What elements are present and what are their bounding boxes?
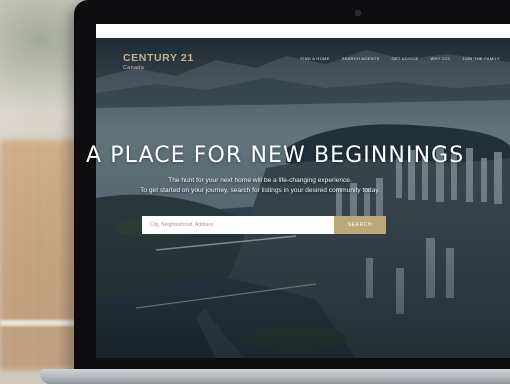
nav-item-find-a-home[interactable]: FIND A HOME xyxy=(301,56,330,61)
page-top-strip xyxy=(96,24,510,38)
webcam-icon xyxy=(355,10,361,16)
nav-item-get-advice[interactable]: GET ADVICE xyxy=(392,56,419,61)
search-bar: SEARCH xyxy=(142,216,386,234)
search-button[interactable]: SEARCH xyxy=(334,216,386,234)
nav-item-search-agents[interactable]: SEARCH AGENTS xyxy=(342,56,380,61)
hero-section: CENTURY 21 Canada FIND A HOME SEARCH AGE… xyxy=(96,38,510,358)
hero-tagline-line-1: The hunt for your next home will be a li… xyxy=(168,177,352,184)
brand-region: Canada xyxy=(123,65,145,71)
nav-item-why-c21[interactable]: WHY C21 xyxy=(430,56,450,61)
brand-logo[interactable]: CENTURY 21 Canada xyxy=(123,52,194,71)
laptop-base xyxy=(40,369,510,384)
brand-name: CENTURY 21 xyxy=(123,52,194,64)
wood-panel-decor xyxy=(0,140,75,370)
hero-tagline: The hunt for your next home will be a li… xyxy=(100,176,420,195)
hero-tagline-line-2: To get started on your journey, search f… xyxy=(140,186,380,194)
nav-item-join-the-family[interactable]: JOIN THE FAMILY xyxy=(462,56,500,61)
main-nav: FIND A HOME SEARCH AGENTS GET ADVICE WHY… xyxy=(301,56,500,61)
hero-headline: A PLACE FOR NEW BEGINNINGS xyxy=(86,143,465,168)
hero-overlay xyxy=(96,38,510,358)
search-input[interactable] xyxy=(142,216,334,234)
